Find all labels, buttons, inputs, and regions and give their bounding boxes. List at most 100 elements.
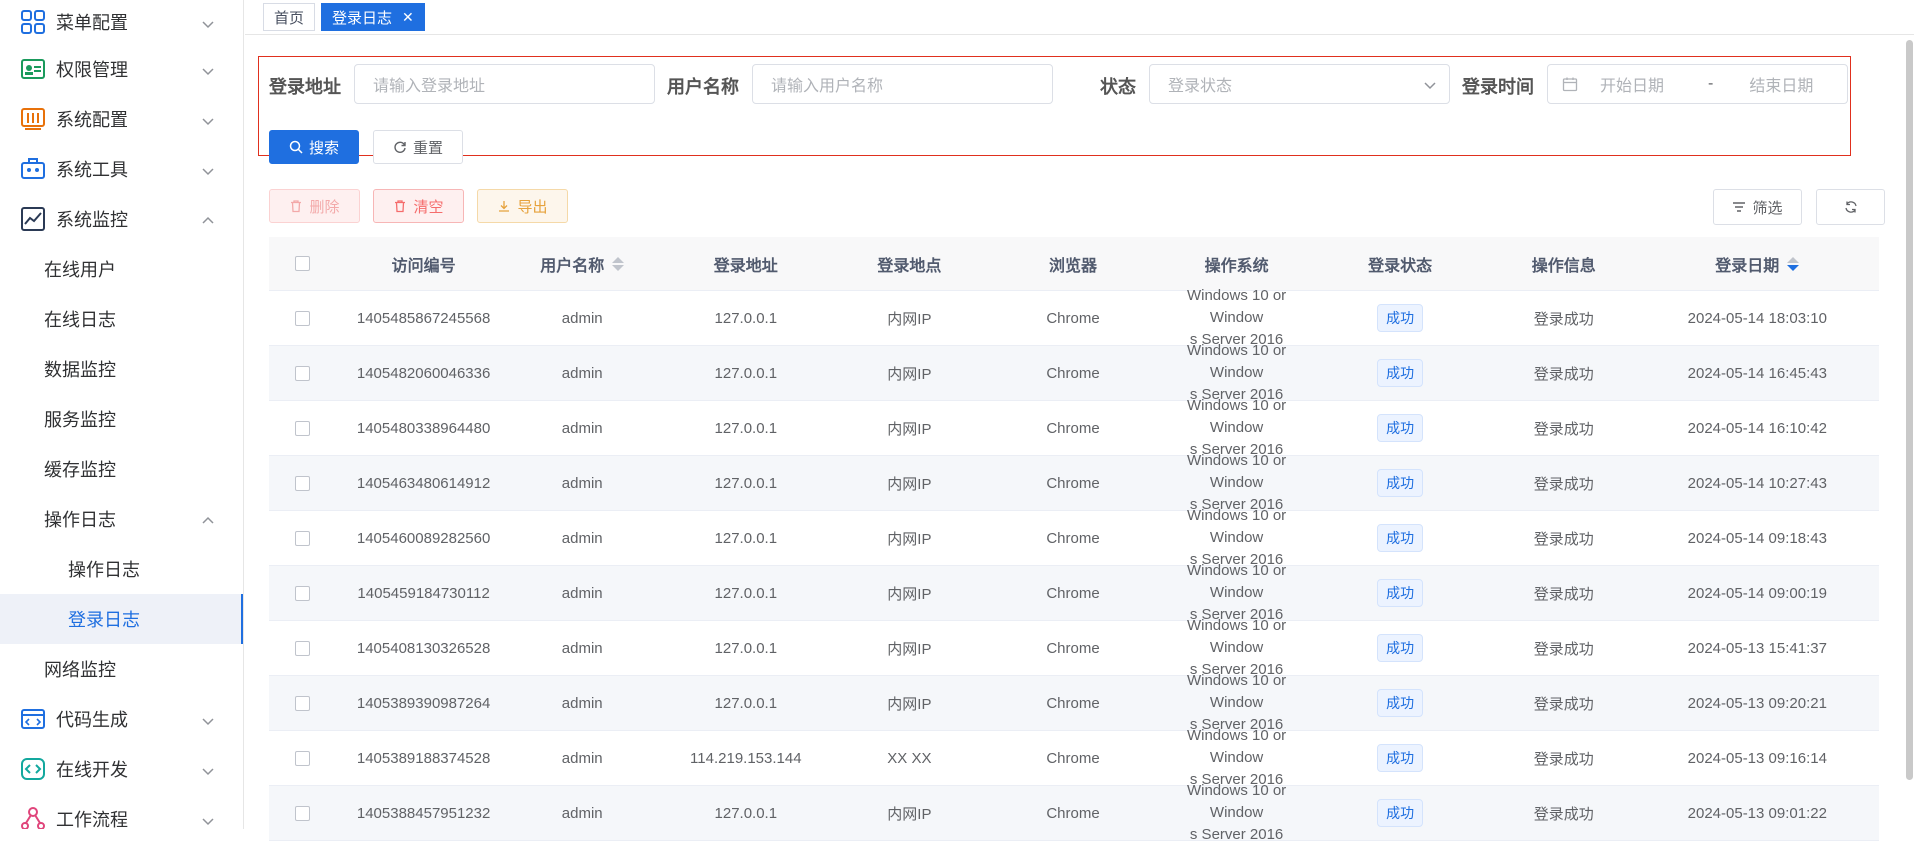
cell-address: 127.0.0.1 <box>714 584 778 602</box>
cell-status: 成功 <box>1308 359 1492 387</box>
sidebar-item-online-users[interactable]: 在线用户 <box>0 244 243 294</box>
cell-message: 登录成功 <box>1533 310 1594 328</box>
cell-status: 成功 <box>1308 689 1492 717</box>
header-username[interactable]: 用户名称 <box>510 252 654 276</box>
address-input[interactable]: 请输入登录地址 <box>354 64 655 104</box>
row-checkbox[interactable] <box>295 585 311 601</box>
reset-button[interactable]: 重置 <box>373 130 463 164</box>
table-row[interactable]: 1405482060046336 admin 127.0.0.1 内网IP Ch… <box>269 342 1879 403</box>
sidebar-item-online-logs[interactable]: 在线日志 <box>0 294 243 344</box>
row-checkbox[interactable] <box>295 805 311 821</box>
status-select[interactable]: 登录状态 <box>1149 64 1450 104</box>
sidebar-item-label: 数据监控 <box>44 360 116 380</box>
delete-button[interactable]: 删除 <box>269 189 360 223</box>
cell-browser: Chrome <box>1046 584 1100 602</box>
cell-location: XX XX <box>887 749 932 767</box>
refresh-icon <box>394 141 406 153</box>
sidebar-item-service-monitor[interactable]: 服务监控 <box>0 394 243 444</box>
sidebar-item-system-config[interactable]: 系统配置 <box>0 94 243 144</box>
cell-access-id: 1405480338964480 <box>356 419 491 437</box>
row-checkbox-cell <box>269 805 337 821</box>
clear-button[interactable]: 清空 <box>373 189 464 223</box>
sidebar-item-permission[interactable]: 权限管理 <box>0 44 243 94</box>
sort-icon[interactable] <box>612 256 625 271</box>
table-row[interactable]: 1405389188374528 admin 114.219.153.144 X… <box>269 727 1879 788</box>
sliders-icon <box>20 106 46 132</box>
cell-message: 登录成功 <box>1533 640 1594 658</box>
sidebar-item-login-logs[interactable]: 登录日志 <box>0 594 243 644</box>
sidebar-item-label: 服务监控 <box>44 410 116 430</box>
row-checkbox[interactable] <box>295 475 311 491</box>
sidebar-item-label: 在线开发 <box>56 760 128 780</box>
cell-username: admin <box>561 419 603 437</box>
status-badge: 成功 <box>1377 634 1424 662</box>
table-row[interactable]: 1405485867245568 admin 127.0.0.1 内网IP Ch… <box>269 287 1879 348</box>
header-location: 登录地点 <box>877 257 942 275</box>
tab-home[interactable]: 首页 <box>263 3 316 31</box>
close-icon[interactable]: ✕ <box>402 9 414 26</box>
cell-message: 登录成功 <box>1533 365 1594 383</box>
sidebar-item-system-monitor[interactable]: 系统监控 <box>0 194 243 244</box>
scrollbar-thumb[interactable] <box>1906 40 1913 780</box>
cell-username: admin <box>561 364 603 382</box>
row-checkbox[interactable] <box>295 420 311 436</box>
header-login-date[interactable]: 登录日期 <box>1636 252 1879 276</box>
row-checkbox-cell <box>269 695 337 711</box>
sidebar-item-code-gen[interactable]: 代码生成 <box>0 694 243 744</box>
refresh-icon <box>1844 201 1857 213</box>
delete-button-label: 删除 <box>309 198 340 216</box>
username-input[interactable]: 请输入用户名称 <box>752 64 1053 104</box>
main-content: 首页 登录日志 ✕ 登录地址 请输入登录地址 用户名称 请输入用户名称 状态 登… <box>245 0 1914 843</box>
filter-button[interactable]: 筛选 <box>1713 189 1802 225</box>
table-row[interactable]: 1405408130326528 admin 127.0.0.1 内网IP Ch… <box>269 617 1879 678</box>
row-checkbox[interactable] <box>295 530 311 546</box>
table-row[interactable]: 1405460089282560 admin 127.0.0.1 内网IP Ch… <box>269 507 1879 568</box>
os-line-1: Windows 10 or Window <box>1186 397 1287 436</box>
refresh-button[interactable] <box>1816 189 1885 225</box>
cell-browser: Chrome <box>1046 529 1100 547</box>
sidebar-item-label: 网络监控 <box>44 660 116 680</box>
cell-location: 内网IP <box>887 640 932 658</box>
date-range-picker[interactable]: 开始日期 - 结束日期 <box>1547 64 1848 104</box>
table-header: 访问编号 用户名称 登录地址 登录地点 浏览器 操作系统 登录状态 操作信息 登… <box>269 237 1879 291</box>
cell-location: 内网IP <box>887 585 932 603</box>
row-checkbox[interactable] <box>295 365 311 381</box>
row-checkbox[interactable] <box>295 310 311 326</box>
sidebar-item-workflow[interactable]: 工作流程 <box>0 794 243 829</box>
table-row[interactable]: 1405459184730112 admin 127.0.0.1 内网IP Ch… <box>269 562 1879 623</box>
search-icon <box>289 140 303 154</box>
tab-login-logs[interactable]: 登录日志 ✕ <box>321 3 425 31</box>
line-chart-icon <box>20 206 46 232</box>
chevron-up-icon <box>201 212 215 226</box>
row-checkbox[interactable] <box>295 695 311 711</box>
sidebar-item-online-dev[interactable]: 在线开发 <box>0 744 243 794</box>
select-all-checkbox[interactable] <box>295 256 311 271</box>
table-row[interactable]: 1405389390987264 admin 127.0.0.1 内网IP Ch… <box>269 672 1879 733</box>
sidebar-item-cache-monitor[interactable]: 缓存监控 <box>0 444 243 494</box>
search-button[interactable]: 搜索 <box>269 130 359 164</box>
sort-icon[interactable] <box>1787 256 1800 271</box>
row-checkbox[interactable] <box>295 750 311 766</box>
status-badge: 成功 <box>1377 304 1424 332</box>
address-label: 登录地址 <box>269 77 341 97</box>
cell-browser: Chrome <box>1046 749 1100 767</box>
sidebar-item-data-monitor[interactable]: 数据监控 <box>0 344 243 394</box>
cell-browser: Chrome <box>1046 804 1100 822</box>
cell-message: 登录成功 <box>1533 420 1594 438</box>
table-row[interactable]: 1405480338964480 admin 127.0.0.1 内网IP Ch… <box>269 397 1879 458</box>
clear-button-label: 清空 <box>413 198 444 216</box>
export-button[interactable]: 导出 <box>477 189 568 223</box>
table-row[interactable]: 1405463480614912 admin 127.0.0.1 内网IP Ch… <box>269 452 1879 513</box>
sidebar-item-system-tools[interactable]: 系统工具 <box>0 144 243 194</box>
sidebar-item-operation-logs-group[interactable]: 操作日志 <box>0 494 243 544</box>
cell-status: 成功 <box>1308 799 1492 827</box>
cell-location: 内网IP <box>887 365 932 383</box>
cell-access-id: 1405485867245568 <box>356 309 491 327</box>
row-checkbox[interactable] <box>295 640 311 656</box>
cell-address: 114.219.153.144 <box>690 749 802 767</box>
table-row[interactable]: 1405388457951232 admin 127.0.0.1 内网IP Ch… <box>269 782 1879 843</box>
sidebar-item-network-monitor[interactable]: 网络监控 <box>0 644 243 694</box>
header-address: 登录地址 <box>713 257 778 275</box>
sidebar-item-operation-logs[interactable]: 操作日志 <box>0 544 243 594</box>
sidebar-item-menu-config[interactable]: 菜单配置 <box>0 0 243 44</box>
